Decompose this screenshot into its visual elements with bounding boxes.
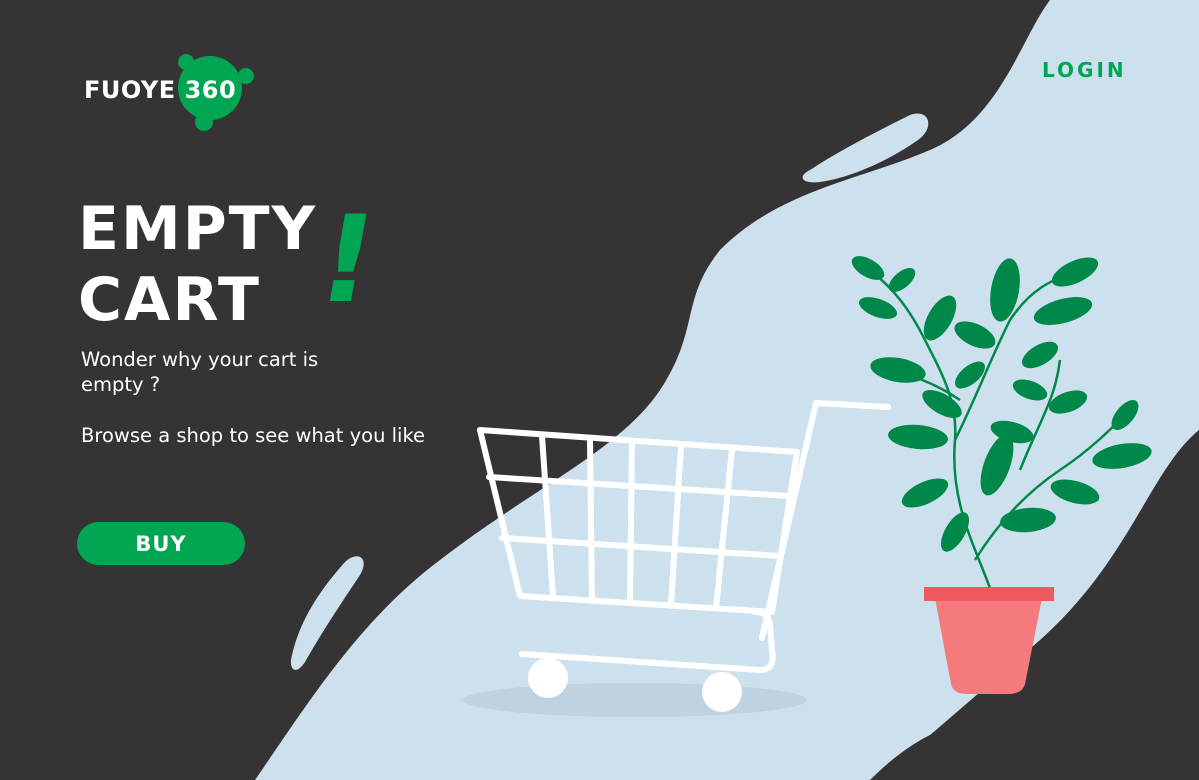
message-line-1: Wonder why your cart is empty ? [81,348,319,396]
page-title: EMPTY CART [78,194,317,336]
brand-name: FUOYE 360 [84,76,237,104]
buy-button[interactable]: BUY [77,522,245,565]
brand-number: 360 [184,76,237,104]
empty-cart-message: Wonder why your cart is empty ? Browse a… [81,347,461,448]
title-line-1: EMPTY [78,194,318,264]
title-line-2: CART [78,265,261,335]
brand-logo[interactable]: FUOYE 360 [82,52,262,136]
message-line-2: Browse a shop to see what you like [81,424,426,447]
login-link[interactable]: LOGIN [1042,58,1127,82]
